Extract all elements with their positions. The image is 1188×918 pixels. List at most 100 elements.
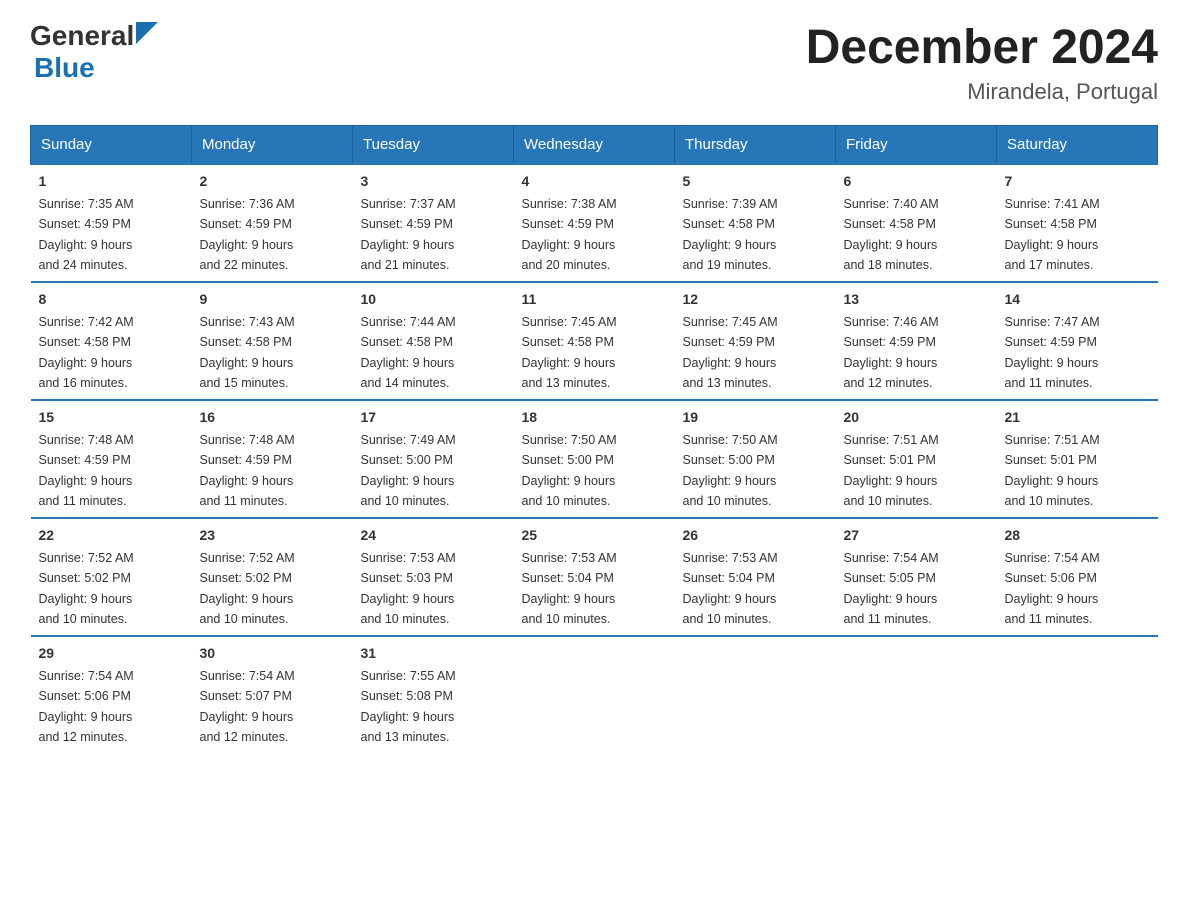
day-sunset: Sunset: 4:58 PM <box>361 335 453 349</box>
day-sunrise: Sunrise: 7:54 AM <box>39 669 134 683</box>
day-daylight: Daylight: 9 hours <box>200 710 294 724</box>
day-sunrise: Sunrise: 7:54 AM <box>1005 551 1100 565</box>
day-sunset: Sunset: 5:07 PM <box>200 689 292 703</box>
calendar-cell: 10 Sunrise: 7:44 AM Sunset: 4:58 PM Dayl… <box>353 282 514 400</box>
calendar-cell: 22 Sunrise: 7:52 AM Sunset: 5:02 PM Dayl… <box>31 518 192 636</box>
day-number: 18 <box>522 407 667 428</box>
day-sunset: Sunset: 4:59 PM <box>361 217 453 231</box>
day-sunset: Sunset: 4:59 PM <box>200 453 292 467</box>
calendar-title: December 2024 <box>806 20 1158 75</box>
day-sunrise: Sunrise: 7:39 AM <box>683 197 778 211</box>
calendar-cell: 19 Sunrise: 7:50 AM Sunset: 5:00 PM Dayl… <box>675 400 836 518</box>
day-daylight: Daylight: 9 hours <box>1005 356 1099 370</box>
day-daylight-cont: and 11 minutes. <box>844 612 932 626</box>
day-number: 27 <box>844 525 989 546</box>
calendar-cell: 12 Sunrise: 7:45 AM Sunset: 4:59 PM Dayl… <box>675 282 836 400</box>
day-number: 4 <box>522 171 667 192</box>
day-sunset: Sunset: 4:58 PM <box>683 217 775 231</box>
day-number: 21 <box>1005 407 1150 428</box>
day-daylight: Daylight: 9 hours <box>683 474 777 488</box>
day-sunrise: Sunrise: 7:55 AM <box>361 669 456 683</box>
day-daylight-cont: and 10 minutes. <box>200 612 289 626</box>
calendar-cell: 28 Sunrise: 7:54 AM Sunset: 5:06 PM Dayl… <box>997 518 1158 636</box>
day-sunset: Sunset: 5:01 PM <box>1005 453 1097 467</box>
day-daylight-cont: and 18 minutes. <box>844 258 933 272</box>
calendar-cell: 26 Sunrise: 7:53 AM Sunset: 5:04 PM Dayl… <box>675 518 836 636</box>
calendar-cell: 20 Sunrise: 7:51 AM Sunset: 5:01 PM Dayl… <box>836 400 997 518</box>
day-sunrise: Sunrise: 7:51 AM <box>844 433 939 447</box>
day-sunset: Sunset: 4:59 PM <box>522 217 614 231</box>
calendar-cell: 11 Sunrise: 7:45 AM Sunset: 4:58 PM Dayl… <box>514 282 675 400</box>
day-daylight: Daylight: 9 hours <box>39 592 133 606</box>
day-daylight-cont: and 20 minutes. <box>522 258 611 272</box>
day-sunset: Sunset: 5:00 PM <box>361 453 453 467</box>
day-sunrise: Sunrise: 7:47 AM <box>1005 315 1100 329</box>
day-daylight: Daylight: 9 hours <box>361 474 455 488</box>
day-daylight: Daylight: 9 hours <box>200 356 294 370</box>
day-sunset: Sunset: 4:59 PM <box>683 335 775 349</box>
col-saturday: Saturday <box>997 126 1158 165</box>
day-sunrise: Sunrise: 7:53 AM <box>522 551 617 565</box>
day-sunrise: Sunrise: 7:45 AM <box>522 315 617 329</box>
day-number: 26 <box>683 525 828 546</box>
day-sunset: Sunset: 5:03 PM <box>361 571 453 585</box>
day-number: 17 <box>361 407 506 428</box>
day-daylight: Daylight: 9 hours <box>683 592 777 606</box>
day-daylight-cont: and 10 minutes. <box>844 494 933 508</box>
day-sunrise: Sunrise: 7:52 AM <box>200 551 295 565</box>
day-sunrise: Sunrise: 7:44 AM <box>361 315 456 329</box>
day-daylight: Daylight: 9 hours <box>522 356 616 370</box>
page-header: General Blue December 2024 Mirandela, Po… <box>30 20 1158 105</box>
logo-general: General <box>30 20 134 52</box>
calendar-cell: 24 Sunrise: 7:53 AM Sunset: 5:03 PM Dayl… <box>353 518 514 636</box>
day-daylight-cont: and 16 minutes. <box>39 376 128 390</box>
day-number: 8 <box>39 289 184 310</box>
day-daylight: Daylight: 9 hours <box>39 238 133 252</box>
calendar-header: Sunday Monday Tuesday Wednesday Thursday… <box>31 126 1158 165</box>
day-number: 24 <box>361 525 506 546</box>
day-daylight: Daylight: 9 hours <box>200 592 294 606</box>
day-sunrise: Sunrise: 7:53 AM <box>683 551 778 565</box>
day-sunset: Sunset: 5:04 PM <box>683 571 775 585</box>
day-sunset: Sunset: 4:58 PM <box>522 335 614 349</box>
day-number: 6 <box>844 171 989 192</box>
calendar-cell: 9 Sunrise: 7:43 AM Sunset: 4:58 PM Dayli… <box>192 282 353 400</box>
day-sunrise: Sunrise: 7:50 AM <box>683 433 778 447</box>
day-daylight: Daylight: 9 hours <box>361 238 455 252</box>
day-daylight-cont: and 15 minutes. <box>200 376 289 390</box>
day-daylight-cont: and 10 minutes. <box>683 494 772 508</box>
day-number: 15 <box>39 407 184 428</box>
day-number: 14 <box>1005 289 1150 310</box>
logo-blue: Blue <box>34 52 95 83</box>
col-wednesday: Wednesday <box>514 126 675 165</box>
day-sunset: Sunset: 5:02 PM <box>200 571 292 585</box>
day-sunrise: Sunrise: 7:49 AM <box>361 433 456 447</box>
day-sunrise: Sunrise: 7:46 AM <box>844 315 939 329</box>
day-daylight-cont: and 17 minutes. <box>1005 258 1094 272</box>
day-daylight: Daylight: 9 hours <box>39 710 133 724</box>
day-daylight-cont: and 12 minutes. <box>844 376 933 390</box>
day-sunrise: Sunrise: 7:51 AM <box>1005 433 1100 447</box>
day-number: 31 <box>361 643 506 664</box>
day-daylight: Daylight: 9 hours <box>1005 474 1099 488</box>
day-number: 2 <box>200 171 345 192</box>
day-sunrise: Sunrise: 7:53 AM <box>361 551 456 565</box>
day-sunset: Sunset: 5:02 PM <box>39 571 131 585</box>
day-sunset: Sunset: 5:01 PM <box>844 453 936 467</box>
calendar-body: 1 Sunrise: 7:35 AM Sunset: 4:59 PM Dayli… <box>31 164 1158 753</box>
day-daylight-cont: and 11 minutes. <box>39 494 127 508</box>
day-sunset: Sunset: 5:04 PM <box>522 571 614 585</box>
day-sunrise: Sunrise: 7:35 AM <box>39 197 134 211</box>
day-sunrise: Sunrise: 7:37 AM <box>361 197 456 211</box>
calendar-cell: 8 Sunrise: 7:42 AM Sunset: 4:58 PM Dayli… <box>31 282 192 400</box>
calendar-cell: 7 Sunrise: 7:41 AM Sunset: 4:58 PM Dayli… <box>997 164 1158 282</box>
day-sunrise: Sunrise: 7:42 AM <box>39 315 134 329</box>
day-daylight: Daylight: 9 hours <box>522 592 616 606</box>
day-daylight-cont: and 12 minutes. <box>200 730 289 744</box>
calendar-cell: 17 Sunrise: 7:49 AM Sunset: 5:00 PM Dayl… <box>353 400 514 518</box>
day-number: 1 <box>39 171 184 192</box>
day-sunset: Sunset: 4:58 PM <box>844 217 936 231</box>
day-number: 3 <box>361 171 506 192</box>
calendar-cell: 30 Sunrise: 7:54 AM Sunset: 5:07 PM Dayl… <box>192 636 353 753</box>
col-tuesday: Tuesday <box>353 126 514 165</box>
